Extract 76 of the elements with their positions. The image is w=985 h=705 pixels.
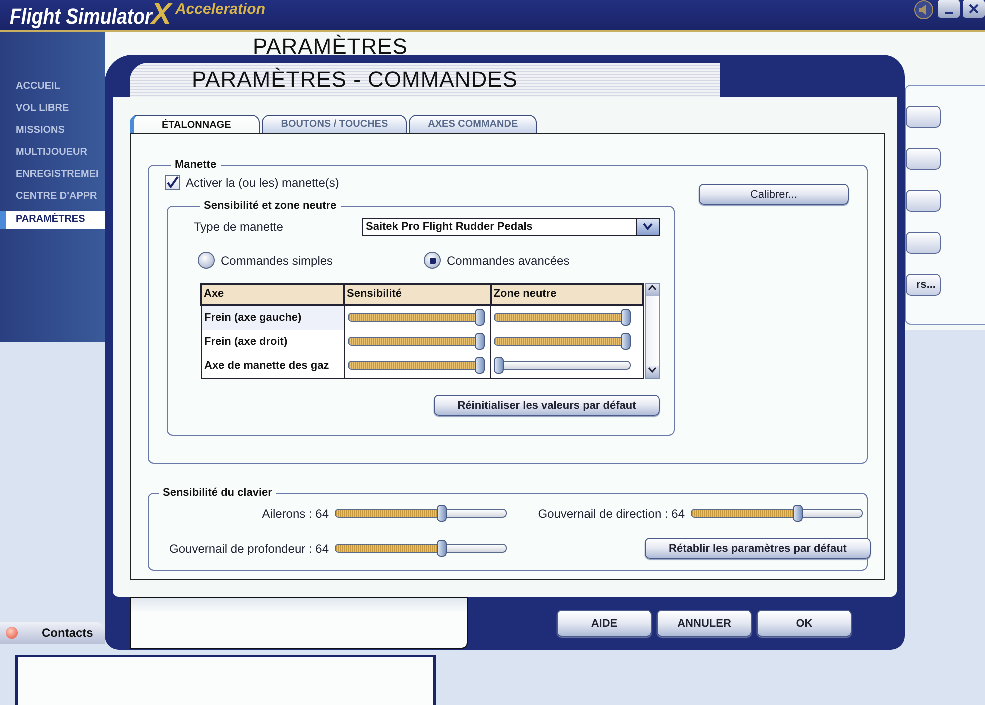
sidebar-item[interactable]: ENREGISTREMEI bbox=[0, 167, 105, 182]
page-title: PARAMÈTRES bbox=[253, 34, 408, 60]
sidebar-item[interactable]: CENTRE D'APPR bbox=[0, 189, 105, 204]
radio-button[interactable] bbox=[198, 252, 215, 269]
slider-label: Gouvernail de direction : 64 bbox=[537, 506, 685, 520]
panel-button[interactable]: rs... bbox=[906, 274, 941, 296]
slider-thumb[interactable] bbox=[474, 357, 485, 374]
slider-thumb[interactable] bbox=[474, 309, 485, 326]
panel-button[interactable] bbox=[906, 190, 941, 212]
dialog-button[interactable]: ANNULER bbox=[657, 610, 752, 637]
slider[interactable] bbox=[335, 505, 507, 522]
dialog-title: PARAMÈTRES - COMMANDES bbox=[192, 67, 518, 93]
slider[interactable] bbox=[494, 357, 632, 374]
slider-thumb[interactable] bbox=[474, 333, 485, 350]
slider-thumb[interactable] bbox=[793, 505, 804, 522]
slider[interactable] bbox=[691, 505, 863, 522]
sidebar-item[interactable]: ACCUEIL bbox=[0, 79, 105, 94]
table-cell[interactable]: Axe de manette des gaz bbox=[201, 354, 344, 378]
slider[interactable] bbox=[335, 540, 507, 557]
slider[interactable] bbox=[494, 309, 632, 326]
slider[interactable] bbox=[348, 357, 485, 374]
group-title: Sensibilité du clavier bbox=[162, 487, 274, 499]
panel-button[interactable] bbox=[906, 148, 941, 170]
speaker-icon[interactable] bbox=[913, 0, 935, 20]
slider[interactable] bbox=[348, 333, 485, 350]
calibrate-button[interactable]: Calibrer... bbox=[699, 184, 849, 205]
close-button[interactable] bbox=[963, 0, 985, 18]
slider[interactable] bbox=[494, 333, 632, 350]
panel-button[interactable] bbox=[906, 232, 941, 254]
group-title: Sensibilité et zone neutre bbox=[203, 200, 338, 212]
minimize-button[interactable] bbox=[938, 0, 960, 18]
radio-label: Commandes avancées bbox=[447, 254, 570, 268]
status-dot-icon bbox=[6, 627, 18, 639]
sidebar-item[interactable]: MULTIJOUEUR bbox=[0, 145, 105, 160]
radio-label: Commandes simples bbox=[221, 254, 334, 268]
reset-button[interactable]: Réinitialiser les valeurs par défaut bbox=[434, 395, 660, 416]
minimize-icon bbox=[945, 12, 953, 14]
slider[interactable] bbox=[348, 309, 485, 326]
sidebar-item[interactable]: PARAMÈTRES bbox=[0, 211, 105, 229]
checkbox[interactable] bbox=[165, 175, 180, 190]
slider-label: Gouvernail de profondeur : 64 bbox=[168, 542, 329, 556]
chevron-down-icon bbox=[643, 223, 653, 231]
close-icon bbox=[969, 4, 979, 14]
panel-button[interactable] bbox=[906, 106, 941, 128]
logo-subtitle: Acceleration bbox=[175, 1, 266, 18]
column-header: Axe bbox=[201, 284, 344, 305]
slider-thumb[interactable] bbox=[437, 540, 448, 557]
sidebar-item[interactable]: MISSIONS bbox=[0, 123, 105, 138]
contacts-label: Contacts bbox=[42, 626, 94, 640]
slider-thumb[interactable] bbox=[621, 333, 632, 350]
column-header: Sensibilité bbox=[344, 284, 491, 305]
scrollbar[interactable] bbox=[645, 283, 660, 379]
sidebar-item[interactable]: VOL LIBRE bbox=[0, 101, 105, 116]
group-title: Manette bbox=[174, 159, 218, 171]
slider-thumb[interactable] bbox=[437, 505, 448, 522]
restore-defaults-button[interactable]: Rétablir les paramètres par défaut bbox=[645, 538, 871, 559]
arrow-up-icon[interactable] bbox=[648, 284, 658, 292]
slider-thumb[interactable] bbox=[494, 357, 504, 374]
radio-button[interactable] bbox=[424, 252, 441, 269]
tab[interactable]: AXES COMMANDE bbox=[409, 115, 538, 133]
slider-label: Ailerons : 64 bbox=[261, 506, 329, 520]
field-label: Type de manette bbox=[194, 220, 284, 234]
dropdown[interactable]: Saitek Pro Flight Rudder Pedals bbox=[362, 218, 660, 236]
logo-letter: X bbox=[151, 0, 172, 30]
table-cell[interactable]: Frein (axe droit) bbox=[201, 330, 344, 354]
slider-thumb[interactable] bbox=[621, 309, 632, 326]
dialog-button[interactable]: AIDE bbox=[557, 610, 652, 637]
tab[interactable]: ÉTALONNAGE bbox=[130, 115, 260, 134]
dialog-button[interactable]: OK bbox=[757, 610, 852, 637]
tab[interactable]: BOUTONS / TOUCHES bbox=[262, 115, 408, 133]
logo-title: Flight Simulator bbox=[10, 4, 152, 30]
arrow-down-icon[interactable] bbox=[648, 366, 658, 374]
contacts-bar[interactable]: Contacts bbox=[0, 622, 105, 644]
column-header: Zone neutre bbox=[490, 284, 644, 305]
checkbox-label: Activer la (ou les) manette(s) bbox=[186, 176, 340, 190]
table-cell[interactable]: Frein (axe gauche) bbox=[201, 304, 344, 330]
